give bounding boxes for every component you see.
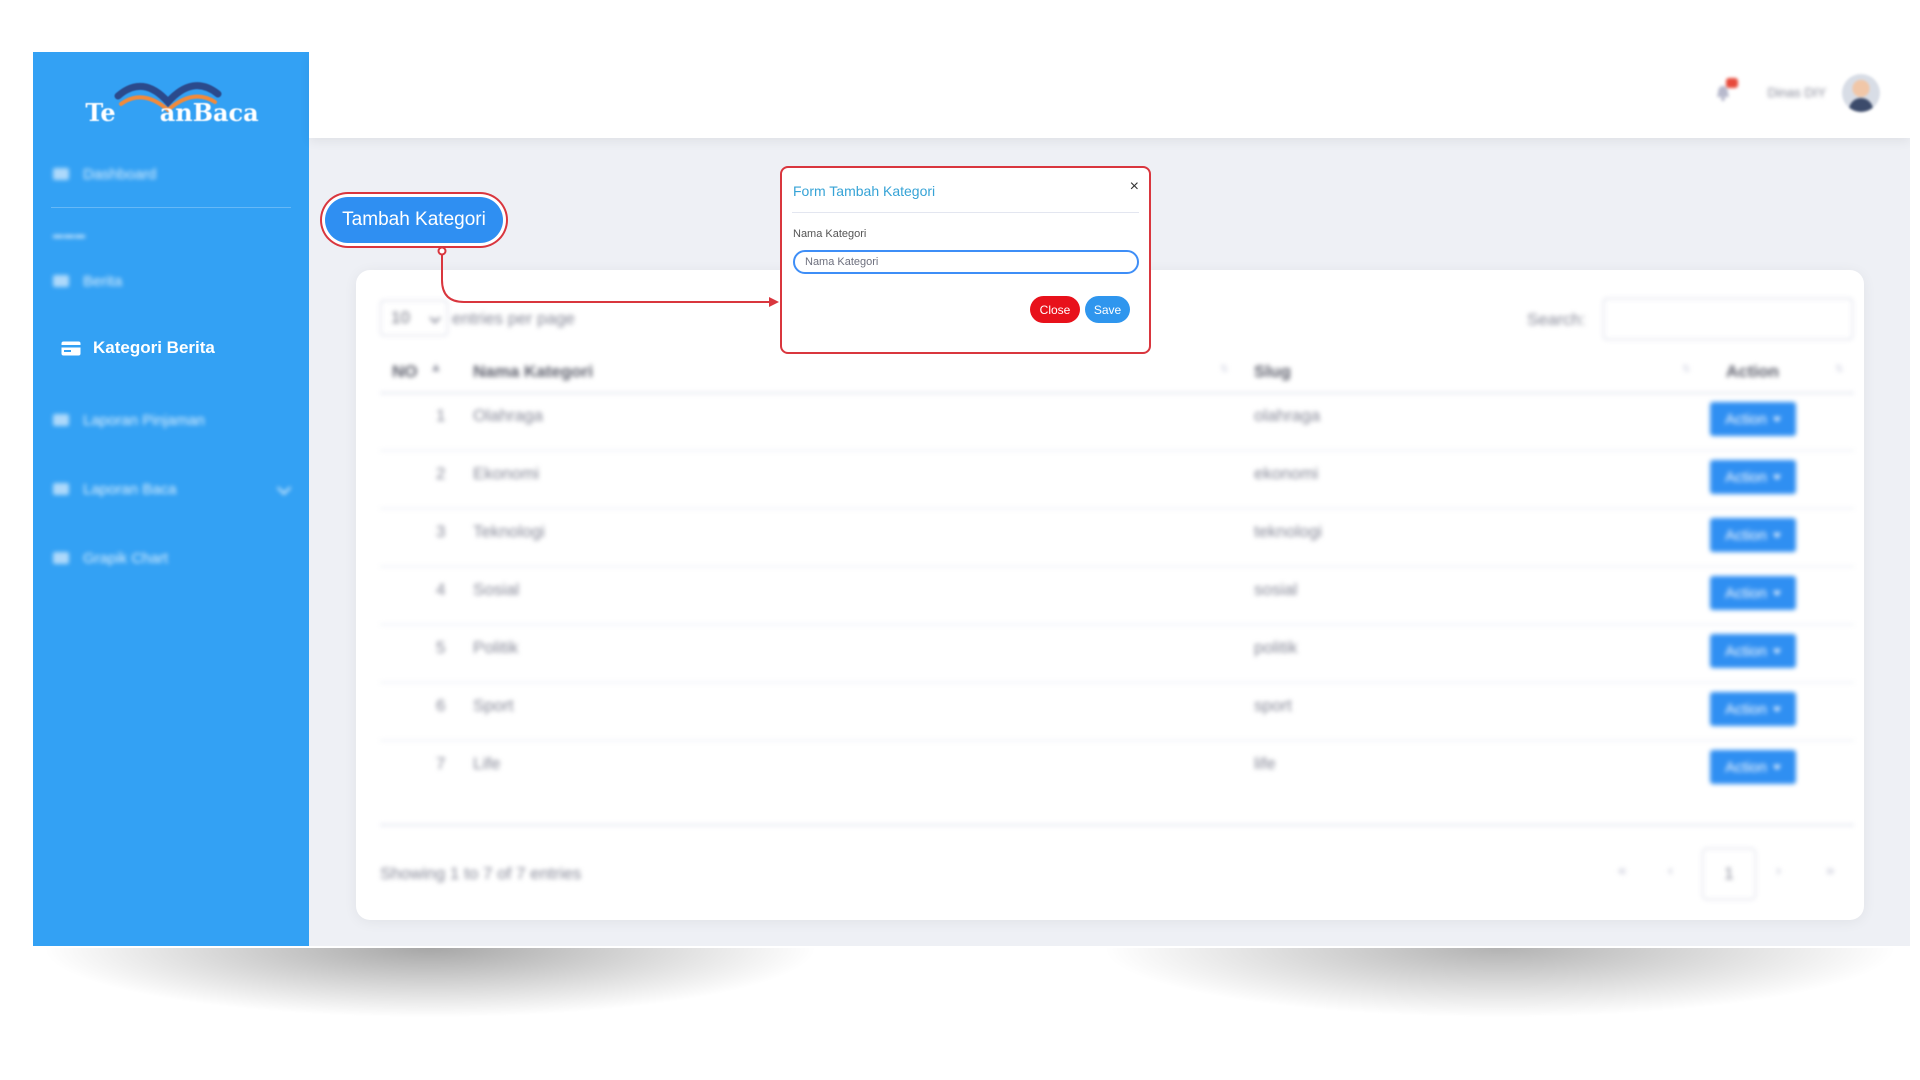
sidebar-item-label: Grapik Chart — [83, 549, 169, 567]
action-dropdown-button[interactable]: Action — [1710, 634, 1796, 668]
sidebar-item-laporan-pinjaman[interactable]: Laporan Pinjaman — [53, 402, 293, 438]
avatar[interactable] — [1842, 74, 1880, 112]
table-row: 6 Sport sport Action — [380, 682, 1854, 741]
sidebar-item-laporan-baca[interactable]: Laporan Baca — [53, 471, 293, 507]
action-dropdown-button[interactable]: Action — [1710, 460, 1796, 494]
column-header-slug[interactable]: Slug — [1254, 362, 1291, 382]
chart-icon — [53, 552, 69, 564]
chevron-down-icon — [276, 480, 292, 496]
sort-icon: ⇅ — [1220, 364, 1229, 375]
cell-slug: sport — [1254, 696, 1292, 715]
frame-shadow-left — [40, 948, 820, 1018]
table-row: 3 Teknologi teknologi Action — [380, 508, 1854, 567]
action-label: Action — [1725, 584, 1767, 602]
sidebar-item-label: Laporan Baca — [83, 480, 177, 498]
cell-slug: sosial — [1254, 580, 1298, 599]
sort-icon: ⇅ — [1682, 364, 1691, 375]
action-dropdown-button[interactable]: Action — [1710, 576, 1796, 610]
showing-entries-text: Showing 1 to 7 of 7 entries — [380, 864, 582, 883]
folder-icon — [53, 483, 69, 495]
cell-slug: ekonomi — [1254, 464, 1319, 483]
modal-divider — [792, 212, 1139, 213]
pagination-current-page[interactable]: 1 — [1702, 848, 1756, 900]
user-name[interactable]: Dinas DIY — [1767, 85, 1826, 100]
cell-name: Politik — [473, 638, 519, 657]
search-label: Search: — [1527, 310, 1586, 329]
notification-bell-icon[interactable] — [1714, 78, 1738, 102]
table-row: 7 Life life Action — [380, 740, 1854, 798]
sidebar-item-grapik-chart[interactable]: Grapik Chart — [53, 540, 293, 576]
caret-down-icon — [1772, 706, 1781, 712]
cell-name: Olahraga — [473, 406, 543, 425]
cell-name: Life — [473, 754, 501, 773]
action-dropdown-button[interactable]: Action — [1710, 692, 1796, 726]
cell-slug: life — [1254, 754, 1276, 773]
caret-down-icon — [1772, 648, 1781, 654]
action-label: Action — [1725, 758, 1767, 776]
close-button[interactable]: Close — [1030, 296, 1080, 323]
cell-name: Sport — [473, 696, 514, 715]
table-row: 4 Sosial sosial Action — [380, 566, 1854, 625]
action-label: Action — [1725, 700, 1767, 718]
cell-slug: teknologi — [1254, 522, 1323, 541]
notification-badge — [1726, 78, 1738, 88]
caret-down-icon — [1772, 474, 1781, 480]
pagination-next[interactable]: › — [1776, 862, 1781, 879]
pagination-prev[interactable]: ‹ — [1668, 862, 1673, 879]
cell-no: 5 — [436, 638, 446, 657]
action-label: Action — [1725, 642, 1767, 660]
field-label-nama-kategori: Nama Kategori — [793, 228, 867, 240]
table-row: 1 Olahraga olahraga Action — [380, 392, 1854, 451]
cell-no: 4 — [436, 580, 446, 599]
sort-icon: ⇅ — [1835, 364, 1844, 375]
cell-no: 6 — [436, 696, 446, 715]
caret-down-icon — [1772, 590, 1781, 596]
cell-no: 2 — [436, 464, 446, 483]
cell-name: Sosial — [473, 580, 520, 599]
cell-slug: olahraga — [1254, 406, 1321, 425]
cell-no: 1 — [436, 406, 446, 425]
table-row: 5 Politik politik Action — [380, 624, 1854, 683]
pagination-first[interactable]: « — [1618, 862, 1626, 879]
table-row: 2 Ekonomi ekonomi Action — [380, 450, 1854, 509]
cell-name: Ekonomi — [473, 464, 540, 483]
caret-down-icon — [1772, 764, 1781, 770]
table-bottom-border — [380, 824, 1854, 826]
action-label: Action — [1725, 410, 1767, 428]
column-header-action[interactable]: Action — [1726, 362, 1779, 382]
search-input[interactable] — [1603, 298, 1853, 340]
frame-shadow-right — [1100, 948, 1900, 1018]
form-tambah-kategori-modal: Form Tambah Kategori × Nama Kategori Clo… — [780, 166, 1151, 354]
cell-no: 7 — [436, 754, 446, 773]
caret-down-icon — [1772, 416, 1781, 422]
save-button[interactable]: Save — [1085, 296, 1130, 323]
caret-down-icon — [1772, 532, 1781, 538]
action-label: Action — [1725, 468, 1767, 486]
action-dropdown-button[interactable]: Action — [1710, 402, 1796, 436]
action-dropdown-button[interactable]: Action — [1710, 518, 1796, 552]
cell-slug: politik — [1254, 638, 1298, 657]
app-window: Te anBaca Dashboard ▬▬▬ Berita Kategori B… — [33, 52, 1910, 946]
pagination-last[interactable]: » — [1826, 862, 1834, 879]
action-label: Action — [1725, 526, 1767, 544]
sidebar-item-label: Laporan Pinjaman — [83, 411, 205, 429]
modal-title: Form Tambah Kategori — [793, 183, 936, 199]
page-number: 1 — [1724, 864, 1734, 883]
action-dropdown-button[interactable]: Action — [1710, 750, 1796, 784]
cell-name: Teknologi — [473, 522, 545, 541]
annotation-arrow — [437, 246, 779, 307]
nama-kategori-input[interactable] — [793, 250, 1139, 274]
cell-no: 3 — [436, 522, 446, 541]
close-icon[interactable]: × — [1130, 179, 1139, 195]
folder-icon — [53, 414, 69, 426]
